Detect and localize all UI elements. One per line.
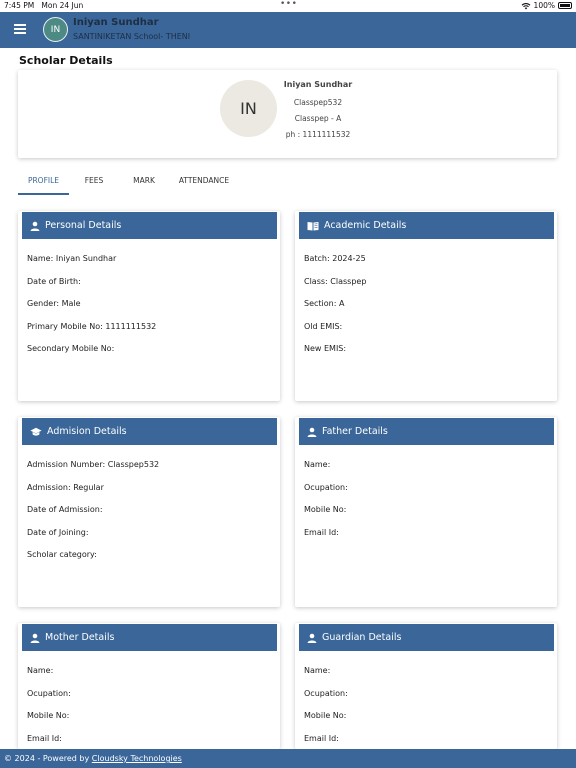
guardian-details-header: Guardian Details (299, 624, 554, 651)
status-time: 7:45 PM Mon 24 Jun (4, 1, 84, 10)
detail-row: Mobile No: (304, 711, 347, 720)
admission-details-rows: Admission Number: Classpep532 Admission:… (27, 460, 159, 573)
academic-details-card: Academic Details Batch: 2024-25 Class: C… (295, 211, 557, 401)
father-details-rows: Name: Ocupation: Mobile No: Email Id: (304, 460, 348, 550)
detail-row: Name: (27, 666, 54, 675)
mother-details-rows: Name: Ocupation: Mobile No: Email Id: (27, 666, 71, 756)
detail-row: Name: Iniyan Sundhar (27, 254, 117, 263)
detail-row: Ocupation: (304, 688, 348, 698)
section-title: Academic Details (324, 220, 407, 231)
section-title: Mother Details (45, 632, 115, 643)
profile-class-code: Classpep532 (293, 98, 343, 107)
footer-text: © 2024 - Powered by (4, 754, 92, 763)
academic-details-header: Academic Details (299, 212, 554, 239)
battery-percent: 100% (533, 1, 555, 10)
father-details-header: Father Details (299, 418, 554, 445)
person-icon (30, 221, 40, 231)
app-bar: IN Iniyan Sundhar SANTINIKETAN School- T… (0, 12, 576, 48)
detail-row: Section: A (304, 299, 345, 308)
detail-row: Date of Birth: (27, 276, 81, 286)
section-title: Guardian Details (322, 632, 402, 643)
status-bar: 7:45 PM Mon 24 Jun ••• 100% (0, 0, 576, 12)
footer-link[interactable]: Cloudsky Technologies (92, 754, 182, 763)
profile-info: Iniyan Sundhar Classpep532 Classpep - A … (283, 80, 353, 146)
detail-row: Name: (304, 460, 331, 469)
detail-row: Ocupation: (304, 482, 348, 492)
detail-row: Secondary Mobile No: (27, 344, 115, 353)
book-icon (307, 221, 319, 230)
section-title: Admision Details (47, 426, 127, 437)
profile-card: IN Iniyan Sundhar Classpep532 Classpep -… (18, 70, 557, 158)
wifi-icon (521, 2, 530, 9)
detail-row: Old EMIS: (304, 321, 343, 331)
detail-row: Mobile No: (27, 711, 70, 720)
detail-row: Class: Classpep (304, 276, 367, 286)
mother-details-card: Mother Details Name: Ocupation: Mobile N… (18, 623, 280, 749)
detail-row: Name: (304, 666, 331, 675)
guardian-details-rows: Name: Ocupation: Mobile No: Email Id: (304, 666, 348, 756)
personal-details-header: Personal Details (22, 212, 277, 239)
mother-details-header: Mother Details (22, 624, 277, 651)
profile-class-section: Classpep - A (294, 114, 342, 123)
person-icon (307, 427, 317, 437)
father-details-card: Father Details Name: Ocupation: Mobile N… (295, 417, 557, 607)
tab-fees[interactable]: FEES (74, 172, 114, 195)
app-bar-user-name: Iniyan Sundhar (73, 17, 159, 28)
detail-row: Admission Number: Classpep532 (27, 460, 160, 469)
footer: © 2024 - Powered by Cloudsky Technologie… (0, 749, 576, 768)
profile-phone: ph : 1111111532 (285, 130, 351, 139)
admission-details-card: Admision Details Admission Number: Class… (18, 417, 280, 607)
admission-details-header: Admision Details (22, 418, 277, 445)
tab-profile[interactable]: PROFILE (18, 172, 69, 195)
detail-row: Ocupation: (27, 688, 71, 698)
detail-row: Primary Mobile No: 1111111532 (27, 321, 157, 331)
personal-details-card: Personal Details Name: Iniyan Sundhar Da… (18, 211, 280, 401)
detail-row: Mobile No: (304, 505, 347, 514)
detail-row: Scholar category: (27, 550, 97, 559)
detail-row: Date of Joining: (27, 527, 89, 537)
section-title: Father Details (322, 426, 388, 437)
multitask-dots-icon[interactable]: ••• (280, 0, 297, 9)
status-indicators: 100% (521, 1, 572, 10)
detail-row: Gender: Male (27, 299, 81, 308)
academic-details-rows: Batch: 2024-25 Class: Classpep Section: … (304, 254, 366, 367)
graduation-cap-icon (30, 427, 42, 436)
app-bar-school-name: SANTINIKETAN School- THENI (73, 32, 191, 41)
person-icon (30, 633, 40, 643)
profile-avatar: IN (220, 80, 277, 137)
detail-row: Date of Admission: (27, 505, 103, 514)
detail-row: Admission: Regular (27, 482, 104, 492)
tab-mark[interactable]: MARK (124, 172, 164, 195)
personal-details-rows: Name: Iniyan Sundhar Date of Birth: Gend… (27, 254, 156, 367)
guardian-details-card: Guardian Details Name: Ocupation: Mobile… (295, 623, 557, 749)
page-title: Scholar Details (19, 54, 113, 67)
profile-name: Iniyan Sundhar (283, 80, 353, 89)
avatar[interactable]: IN (43, 17, 68, 42)
section-title: Personal Details (45, 220, 122, 231)
person-icon (307, 633, 317, 643)
tab-attendance[interactable]: ATTENDANCE (174, 172, 234, 195)
detail-row: New EMIS: (304, 344, 347, 353)
detail-row: Email Id: (304, 527, 339, 537)
battery-icon (558, 2, 572, 9)
hamburger-menu-icon[interactable] (14, 24, 26, 34)
detail-row: Batch: 2024-25 (304, 254, 366, 263)
